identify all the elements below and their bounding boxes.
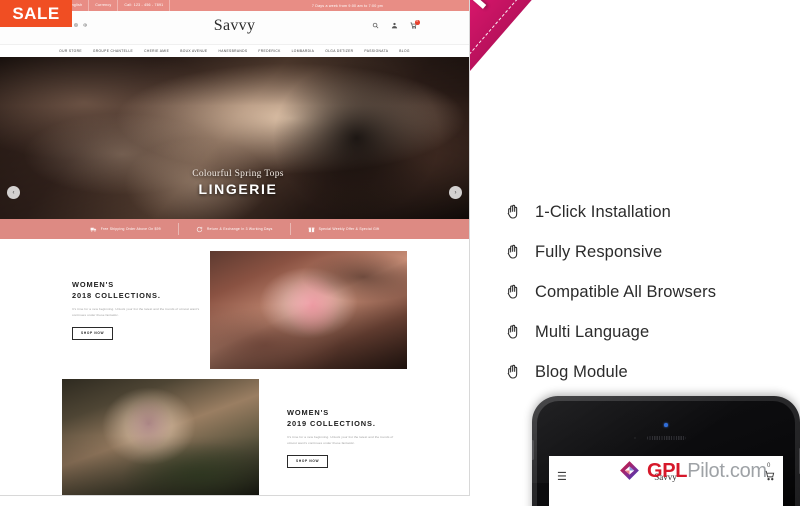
nav-item-cherie-amie[interactable]: CHERIE AMIE [144, 49, 169, 53]
service-label: Free Shipping Order Above On $99 [100, 227, 161, 231]
nav-item-frederick[interactable]: FREDERICK [258, 49, 280, 53]
hero-slider: Colourful Spring Tops LINGERIE ‹ › [0, 57, 469, 219]
promo-banner: English Currency Call: 123 - 456 - 7891 … [0, 0, 800, 506]
collection-shop-now-button[interactable]: SHOP NOW [72, 326, 114, 340]
feature-item-1-click-installation: 1-Click Installation [506, 192, 800, 232]
collections-section: WOMEN'S 2018 COLLECTIONS. It's time for … [0, 239, 469, 495]
collection-kicker: WOMEN'S [287, 408, 330, 418]
website-screenshot-panel: English Currency Call: 123 - 456 - 7891 … [0, 0, 470, 496]
service-label: Special Weekly Offer & Special Gift [318, 227, 380, 231]
hero-caption: Colourful Spring Tops LINGERIE [148, 169, 328, 197]
responsive-ribbon-label: RESPONSIVE [470, 0, 670, 17]
collection-image-2019 [62, 379, 259, 495]
nav-item-boux-avenue[interactable]: BOUX AVENUE [180, 49, 207, 53]
feature-item-multi-language: Multi Language [506, 312, 800, 352]
cart-count-badge: 0 [415, 20, 420, 25]
feature-item-fully-responsive: Fully Responsive [506, 232, 800, 272]
phone-speaker-grille [646, 436, 686, 441]
header-actions: 0 [372, 20, 420, 29]
hero-subtitle: Colourful Spring Tops [192, 169, 284, 179]
collection-copy: WOMEN'S 2019 COLLECTIONS. It's time for … [259, 408, 407, 468]
search-icon[interactable] [372, 22, 379, 29]
gplpilot-wordmark: GPLPilot.com [647, 461, 767, 481]
feature-item-compatible-all-browsers: Compatible All Browsers [506, 272, 800, 312]
hand-pointer-icon [506, 324, 522, 340]
collection-shop-now-button[interactable]: SHOP NOW [287, 454, 329, 468]
collection-heading: 2018 COLLECTIONS. [72, 290, 161, 300]
truck-icon [90, 226, 97, 233]
sale-badge: SALE [0, 0, 72, 27]
service-strip: Free Shipping Order Above On $99 Return … [0, 219, 469, 239]
phone-cart-count: 0 [767, 463, 771, 469]
hamburger-menu-icon[interactable]: ☰ [557, 471, 567, 483]
nav-item-blog[interactable]: BLOG [399, 49, 410, 53]
nav-item-olga-detizer[interactable]: OLGA DETIZER [325, 49, 353, 53]
service-label: Return & Exchange In 3 Working Days [206, 227, 273, 231]
collection-copy: WOMEN'S 2018 COLLECTIONS. It's time for … [62, 280, 210, 340]
hand-pointer-icon [506, 364, 522, 380]
feature-panel: RESPONSIVE 1-Click Installation Fully Re… [470, 0, 800, 506]
service-return-exchange: Return & Exchange In 3 Working Days [177, 223, 290, 235]
collection-row-2019: WOMEN'S 2019 COLLECTIONS. It's time for … [0, 379, 469, 495]
service-weekly-offer: Special Weekly Offer & Special Gift [289, 223, 397, 235]
topbar-notice: 7 Days a week from 9:00 am to 7:00 pm [311, 3, 383, 8]
collection-row-2018: WOMEN'S 2018 COLLECTIONS. It's time for … [0, 251, 469, 369]
hand-pointer-icon [506, 244, 522, 260]
feature-label: Multi Language [535, 322, 650, 341]
feature-item-blog-module: Blog Module [506, 352, 800, 392]
collection-description: It's time for a new beginning. Unlock yo… [72, 307, 200, 317]
phone-sensor [633, 437, 637, 440]
cart-icon[interactable]: 0 [410, 20, 420, 29]
service-free-shipping: Free Shipping Order Above On $99 [73, 223, 178, 235]
hero-next-arrow[interactable]: › [449, 186, 462, 199]
phone-volume-button [532, 440, 534, 460]
account-icon[interactable] [391, 22, 398, 29]
responsive-ribbon: RESPONSIVE [470, 0, 751, 104]
nav-item-groupe-chantelle[interactable]: GROUPE CHANTELLE [93, 49, 133, 53]
currency-selector[interactable]: Currency [89, 0, 119, 11]
phone-front-camera [664, 423, 668, 427]
feature-list: 1-Click Installation Fully Responsive Co… [506, 192, 800, 392]
gplpilot-watermark: GPLPilot.com [617, 458, 767, 483]
phone-mockup: ☰ Savvy 0 [532, 396, 800, 506]
topbar-phone: Call: 123 - 456 - 7891 [118, 0, 171, 11]
hero-title: LINGERIE [198, 181, 278, 197]
nav-item-our-store[interactable]: OUR STORE [59, 49, 82, 53]
collection-description: It's time for a new beginning. Unlock yo… [287, 435, 394, 445]
collection-heading: 2019 COLLECTIONS. [287, 418, 376, 428]
feature-label: Blog Module [535, 362, 628, 381]
feature-label: 1-Click Installation [535, 202, 671, 221]
watermark-secondary-text: Pilot.com [687, 459, 767, 482]
feature-label: Fully Responsive [535, 242, 663, 261]
hand-pointer-icon [506, 204, 522, 220]
nav-item-lombardia[interactable]: LOMBARDIA [292, 49, 315, 53]
site-navigation: OUR STORE GROUPE CHANTELLE CHERIE AMIE B… [0, 44, 469, 57]
nav-item-passionata[interactable]: PASSIONATA [364, 49, 388, 53]
refresh-icon [196, 226, 203, 233]
nav-item-hanesbrands[interactable]: HANESBRANDS [218, 49, 247, 53]
feature-label: Compatible All Browsers [535, 282, 717, 301]
gift-icon [308, 226, 315, 233]
hero-prev-arrow[interactable]: ‹ [7, 186, 20, 199]
watermark-primary-text: GPL [647, 459, 688, 482]
hand-pointer-icon [506, 284, 522, 300]
collection-kicker: WOMEN'S [72, 280, 115, 290]
gplpilot-diamond-logo [617, 458, 642, 483]
collection-image-2018 [210, 251, 407, 369]
